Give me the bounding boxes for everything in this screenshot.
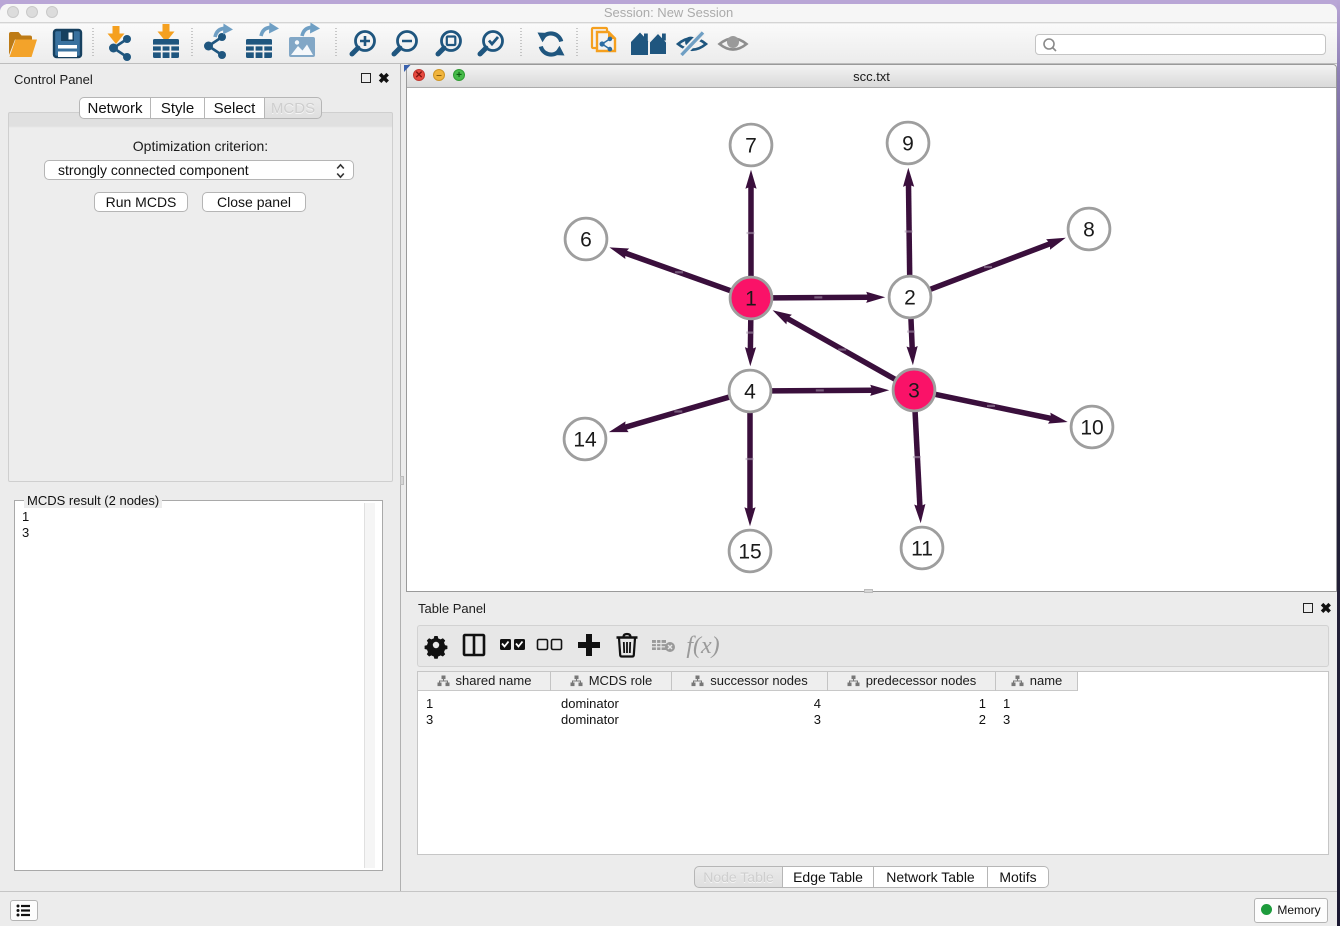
svg-text:f(x): f(x) — [686, 633, 719, 659]
svg-text:6: 6 — [580, 229, 592, 252]
svg-text:11: 11 — [911, 538, 933, 561]
svg-text:9: 9 — [902, 133, 914, 156]
svg-text:1: 1 — [745, 288, 757, 311]
svg-text:3: 3 — [908, 380, 920, 403]
svg-text:8: 8 — [1083, 219, 1095, 242]
svg-text:14: 14 — [573, 429, 597, 452]
svg-text:15: 15 — [738, 541, 761, 564]
svg-text:2: 2 — [904, 287, 916, 310]
svg-text:10: 10 — [1080, 417, 1103, 440]
svg-text:7: 7 — [745, 135, 757, 158]
svg-text:4: 4 — [744, 381, 756, 404]
